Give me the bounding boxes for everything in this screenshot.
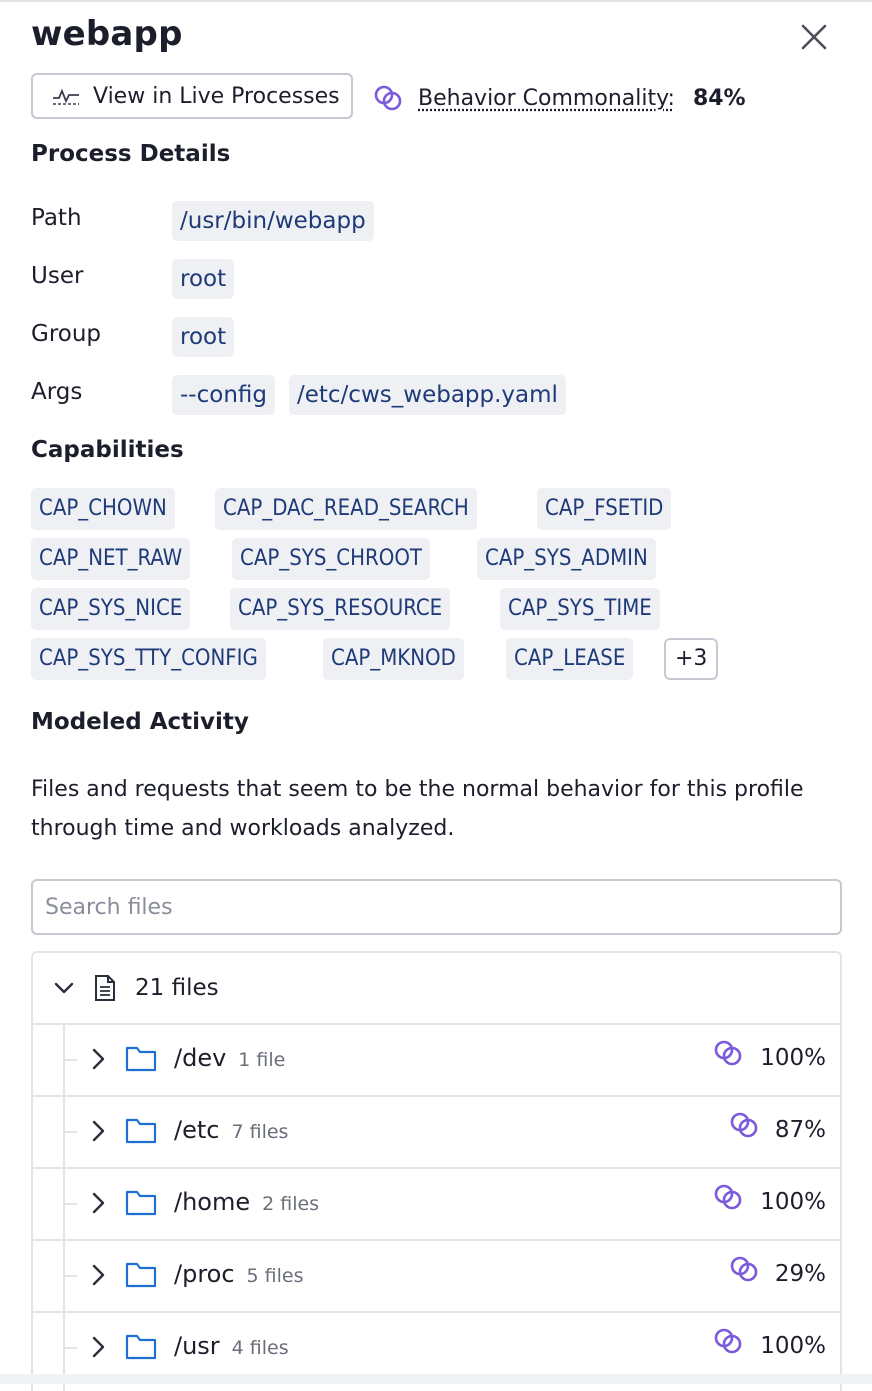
capabilities-heading: Capabilities — [31, 437, 184, 463]
more-capabilities-button[interactable]: +3 — [664, 638, 719, 680]
folder-icon — [125, 1118, 157, 1144]
folder-file-count: 7 files — [231, 1121, 289, 1143]
group-label: Group — [31, 321, 102, 347]
commonality-icon — [714, 1184, 742, 1210]
capability-chip: CAP_SYS_NICE — [31, 588, 191, 630]
commonality-label[interactable]: Behavior Commonality: — [418, 86, 675, 111]
folder-name: /dev — [174, 1044, 227, 1072]
folder-icon — [125, 1262, 157, 1288]
capability-chip: CAP_LEASE — [506, 638, 634, 680]
args-label: Args — [31, 379, 83, 405]
folder-name: /proc — [174, 1260, 235, 1288]
panel-title: webapp — [31, 14, 183, 54]
chevron-right-icon[interactable] — [87, 1334, 109, 1360]
folder-commonality: 29% — [774, 1261, 826, 1287]
commonality-icon — [714, 1328, 742, 1354]
commonality-value: 84% — [692, 85, 746, 111]
folder-row[interactable]: /home 2 files 100% — [33, 1167, 840, 1239]
document-icon — [95, 975, 115, 1001]
capability-chip: CAP_SYS_RESOURCE — [230, 588, 451, 630]
folder-name: /home — [174, 1188, 251, 1216]
folder-row[interactable]: /dev 1 file 100% — [33, 1023, 840, 1095]
capability-chip: CAP_DAC_READ_SEARCH — [215, 488, 477, 530]
folder-name-wrap: /etc 7 files — [174, 1116, 288, 1144]
top-divider — [0, 0, 872, 2]
view-live-processes-label: View in Live Processes — [93, 83, 340, 109]
capability-chip: CAP_FSETID — [537, 488, 672, 530]
file-tree: 21 files /dev 1 file 100% /etc 7 files 8… — [31, 951, 842, 1391]
folder-file-count: 4 files — [231, 1337, 289, 1359]
capability-chip: CAP_SYS_CHROOT — [232, 538, 431, 580]
tree-branch-line — [63, 1275, 77, 1277]
commonality-icon — [730, 1112, 758, 1138]
tree-branch-line — [63, 1059, 77, 1061]
capability-chip: CAP_CHOWN — [31, 488, 175, 530]
folder-row[interactable]: /usr 4 files 100% — [33, 1311, 840, 1383]
folder-commonality: 87% — [774, 1117, 826, 1143]
file-count-label: 21 files — [135, 975, 219, 1001]
capability-chip: CAP_SYS_ADMIN — [477, 538, 656, 580]
folder-commonality: 100% — [760, 1189, 826, 1215]
process-details-heading: Process Details — [31, 141, 231, 167]
search-files-input[interactable] — [31, 879, 842, 935]
capability-chip: CAP_NET_RAW — [31, 538, 191, 580]
tree-branch-line — [63, 1347, 77, 1349]
chevron-down-icon[interactable] — [53, 977, 75, 999]
folder-commonality: 100% — [760, 1333, 826, 1359]
folder-icon — [125, 1334, 157, 1360]
folder-name: /etc — [174, 1116, 220, 1144]
file-tree-root[interactable]: 21 files — [33, 953, 840, 1023]
folder-file-count: 1 file — [238, 1049, 286, 1071]
chevron-right-icon[interactable] — [87, 1118, 109, 1144]
live-processes-icon — [53, 88, 79, 105]
bottom-edge — [0, 1374, 872, 1384]
folder-name-wrap: /proc 5 files — [174, 1260, 304, 1288]
modeled-activity-heading: Modeled Activity — [31, 709, 249, 735]
capability-chip: CAP_MKNOD — [323, 638, 464, 680]
behavior-commonality: Behavior Commonality: 84% — [372, 80, 746, 116]
modeled-activity-description: Files and requests that seem to be the n… — [31, 777, 804, 841]
chevron-right-icon[interactable] — [87, 1046, 109, 1072]
arg-chip: --config — [172, 375, 275, 415]
path-value: /usr/bin/webapp — [172, 201, 374, 241]
close-icon — [801, 24, 827, 50]
folder-file-count: 5 files — [246, 1265, 304, 1287]
folder-commonality: 100% — [760, 1045, 826, 1071]
close-button[interactable] — [797, 20, 831, 54]
chevron-right-icon[interactable] — [87, 1262, 109, 1288]
chevron-right-icon[interactable] — [87, 1190, 109, 1216]
commonality-icon — [730, 1256, 758, 1282]
tree-branch-line — [63, 1131, 77, 1133]
capability-chip: CAP_SYS_TTY_CONFIG — [31, 638, 266, 680]
commonality-icon — [714, 1040, 742, 1066]
user-value: root — [172, 259, 235, 299]
folder-name-wrap: /dev 1 file — [174, 1044, 285, 1072]
user-label: User — [31, 263, 84, 289]
group-value: root — [172, 317, 235, 357]
arg-chip: /etc/cws_webapp.yaml — [289, 375, 566, 415]
view-live-processes-button[interactable]: View in Live Processes — [31, 73, 353, 119]
folder-icon — [125, 1190, 157, 1216]
folder-name: /usr — [174, 1332, 220, 1360]
tree-branch-line — [63, 1203, 77, 1205]
folder-row[interactable]: /proc 5 files 29% — [33, 1239, 840, 1311]
folder-icon — [125, 1046, 157, 1072]
path-label: Path — [31, 205, 82, 231]
folder-name-wrap: /usr 4 files — [174, 1332, 289, 1360]
folder-row[interactable]: /etc 7 files 87% — [33, 1095, 840, 1167]
folder-name-wrap: /home 2 files — [174, 1188, 319, 1216]
commonality-icon — [374, 85, 402, 111]
capability-chip: CAP_SYS_TIME — [500, 588, 660, 630]
folder-file-count: 2 files — [262, 1193, 320, 1215]
